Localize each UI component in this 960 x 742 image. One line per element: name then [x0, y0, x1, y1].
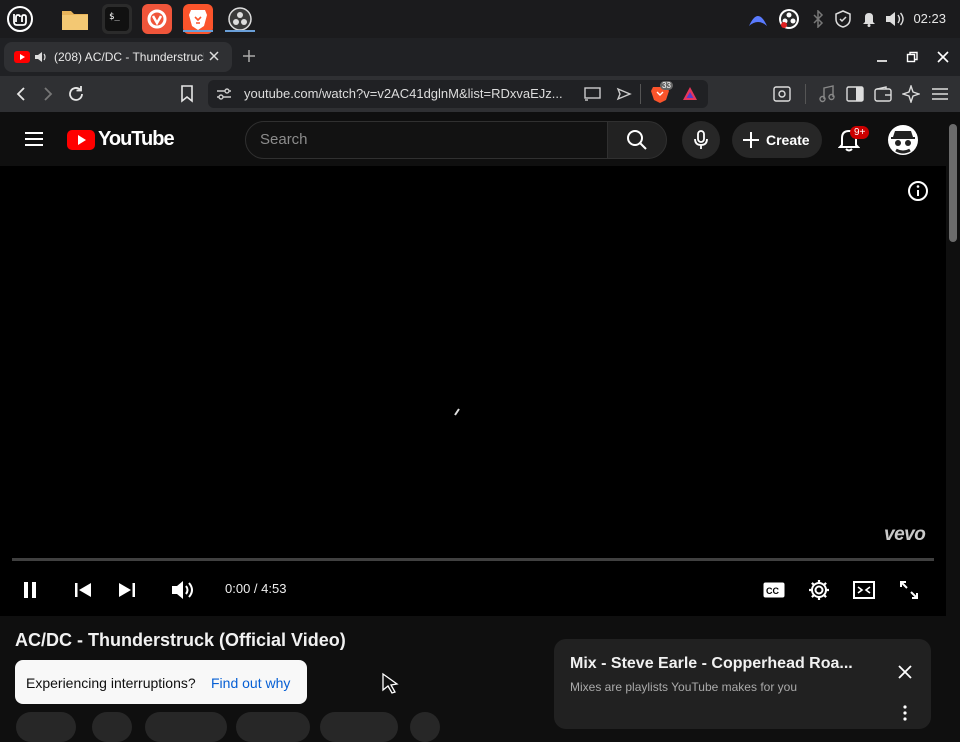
progress-bar[interactable]	[12, 558, 934, 561]
clock[interactable]: 02:23	[913, 11, 946, 26]
notification-badge: 9+	[850, 126, 870, 139]
more-actions-pill[interactable]	[410, 712, 440, 742]
cc-icon: CC	[763, 582, 785, 598]
video-player[interactable]	[0, 166, 946, 616]
youtube-logo-icon	[67, 129, 95, 150]
mix-playlist-panel: Mix - Steve Earle - Copperhead Roa... Mi…	[554, 639, 931, 729]
account-avatar[interactable]	[887, 124, 919, 156]
vivaldi-icon[interactable]	[142, 4, 172, 34]
mix-title[interactable]: Mix - Steve Earle - Copperhead Roa...	[570, 655, 853, 673]
address-bar[interactable]: youtube.com/watch?v=v2AC41dglnM&list=RDx…	[208, 80, 708, 108]
pause-icon	[24, 582, 36, 598]
brave-shields-icon[interactable]: 33	[650, 81, 673, 104]
theater-icon	[853, 581, 875, 599]
mute-button[interactable]	[170, 577, 196, 603]
new-tab-icon[interactable]	[241, 48, 257, 64]
share-icon[interactable]	[616, 87, 632, 101]
youtube-logo[interactable]: YouTube	[67, 128, 175, 151]
share-pill[interactable]	[236, 712, 310, 742]
menu-icon[interactable]	[930, 84, 950, 104]
files-icon[interactable]	[60, 4, 90, 34]
reader-mode-icon[interactable]	[772, 84, 792, 104]
like-pill[interactable]	[145, 712, 227, 742]
toast-message: Experiencing interruptions?	[26, 675, 196, 691]
site-settings-icon[interactable]	[216, 87, 232, 101]
search-icon	[627, 130, 647, 150]
youtube-logo-text: YouTube	[98, 128, 175, 150]
theater-mode-button[interactable]	[851, 577, 877, 603]
browser-tab[interactable]: (208) AC/DC - Thunderstruck (Official Vi…	[4, 42, 232, 72]
gear-icon	[809, 580, 829, 600]
volume-icon	[172, 581, 193, 599]
captions-button[interactable]: CC	[761, 577, 787, 603]
create-button[interactable]: Create	[732, 122, 822, 158]
fullscreen-button[interactable]	[896, 577, 922, 603]
fullscreen-icon	[900, 581, 918, 599]
svg-text:$_: $_	[109, 12, 120, 22]
notifications-tray-icon[interactable]	[860, 9, 878, 29]
wallet-icon[interactable]	[873, 84, 893, 104]
url-text[interactable]: youtube.com/watch?v=v2AC41dglnM&list=RDx…	[244, 86, 574, 101]
close-mix-icon[interactable]	[898, 665, 912, 679]
guide-menu-icon[interactable]	[24, 131, 44, 147]
vevo-watermark: vevo	[884, 524, 926, 545]
obs-icon[interactable]	[225, 4, 255, 34]
shield-update-icon[interactable]	[833, 9, 853, 29]
shields-count: 33	[660, 81, 673, 90]
bookmark-icon[interactable]	[177, 84, 197, 104]
time-display: 0:00 / 4:53	[225, 581, 287, 596]
save-pill[interactable]	[320, 712, 398, 742]
minimize-icon[interactable]	[873, 48, 891, 66]
video-title: AC/DC - Thunderstruck (Official Video)	[15, 630, 346, 650]
microphone-icon	[694, 130, 708, 149]
svg-text:CC: CC	[766, 586, 779, 596]
mix-more-icon[interactable]	[903, 705, 907, 721]
terminal-icon[interactable]: $_	[102, 4, 132, 34]
forward-icon[interactable]	[38, 84, 58, 104]
create-label: Create	[766, 132, 810, 148]
bluetooth-icon[interactable]	[809, 9, 827, 29]
os-taskbar: $_ 02:23	[0, 0, 960, 38]
brave-rewards-icon[interactable]	[682, 86, 698, 102]
channel-avatar-pill[interactable]	[16, 712, 76, 742]
next-button[interactable]	[114, 577, 140, 603]
youtube-favicon	[14, 51, 30, 63]
obs-tray-icon[interactable]	[777, 9, 801, 29]
plus-icon	[743, 132, 759, 148]
search-input[interactable]	[260, 131, 590, 148]
find-out-why-link[interactable]: Find out why	[211, 675, 290, 691]
close-window-icon[interactable]	[934, 48, 952, 66]
vpn-icon[interactable]	[746, 9, 770, 29]
brave-icon[interactable]	[183, 4, 213, 34]
mint-menu-icon[interactable]	[5, 4, 35, 34]
settings-button[interactable]	[806, 577, 832, 603]
mix-subtitle: Mixes are playlists YouTube makes for yo…	[570, 680, 797, 694]
cast-icon[interactable]	[584, 87, 602, 101]
loading-spinner-icon	[454, 408, 460, 416]
scrollbar-thumb[interactable]	[949, 124, 957, 242]
tab-close-icon[interactable]	[208, 50, 220, 62]
video-info-icon[interactable]	[907, 180, 929, 202]
url-divider	[640, 84, 641, 104]
previous-button[interactable]	[70, 577, 96, 603]
maximize-icon[interactable]	[903, 48, 921, 66]
tab-title: (208) AC/DC - Thunderstruck (Official Vi…	[54, 50, 204, 64]
volume-tray-icon[interactable]	[884, 9, 906, 29]
search-box[interactable]	[245, 121, 608, 159]
previous-icon	[75, 583, 91, 597]
interruption-toast: Experiencing interruptions? Find out why	[15, 660, 307, 704]
subscribe-pill[interactable]	[92, 712, 132, 742]
next-icon	[119, 583, 135, 597]
reload-icon[interactable]	[66, 84, 86, 104]
toolbar-divider	[805, 84, 806, 104]
leo-ai-icon[interactable]	[901, 84, 921, 104]
mouse-cursor-icon	[380, 672, 400, 694]
voice-search-button[interactable]	[682, 121, 720, 159]
back-icon[interactable]	[11, 84, 31, 104]
tab-audio-icon[interactable]	[34, 51, 48, 63]
media-icon[interactable]	[817, 84, 837, 104]
pause-button[interactable]	[17, 577, 43, 603]
sidebar-icon[interactable]	[845, 84, 865, 104]
search-button[interactable]	[607, 121, 667, 159]
